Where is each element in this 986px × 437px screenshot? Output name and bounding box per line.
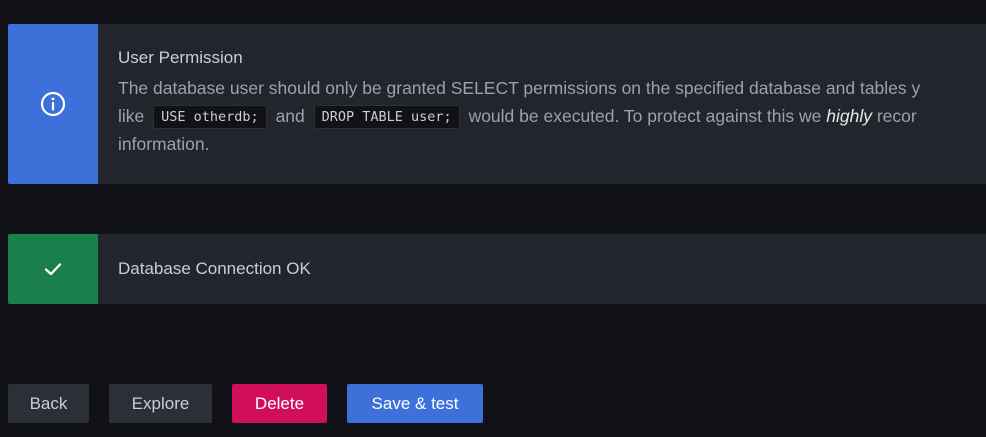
- alert-title: User Permission: [118, 48, 243, 67]
- alert-body: Database Connection OK: [98, 234, 986, 304]
- alert-body: User Permission The database user should…: [98, 24, 986, 184]
- delete-button[interactable]: Delete: [232, 384, 327, 423]
- alert-text-line-3: information.: [118, 134, 210, 154]
- connection-ok-alert: Database Connection OK: [8, 234, 986, 304]
- datasource-settings-footer: User Permission The database user should…: [0, 0, 986, 437]
- save-test-button[interactable]: Save & test: [347, 384, 483, 423]
- check-icon: [44, 263, 62, 276]
- code-use-otherdb: USE otherdb;: [153, 104, 267, 129]
- text-would-be-executed: would be executed. To protect against th…: [468, 105, 822, 126]
- explore-button[interactable]: Explore: [109, 384, 212, 423]
- text-recommend-truncated: recor: [876, 105, 917, 126]
- alert-description: The database user should only be granted…: [118, 75, 986, 159]
- back-button[interactable]: Back: [8, 384, 89, 423]
- text-and: and: [275, 105, 305, 126]
- text-like: like: [118, 105, 145, 126]
- info-circle-icon: [40, 91, 66, 117]
- user-permission-alert: User Permission The database user should…: [8, 24, 986, 184]
- alert-text-line-1: The database user should only be granted…: [118, 78, 921, 98]
- alert-text-line-2: like USE otherdb; and DROP TABLE user; w…: [118, 103, 986, 132]
- alert-icon-box: [8, 24, 98, 184]
- code-drop-table: DROP TABLE user;: [313, 104, 460, 129]
- text-emphasis-highly: highly: [826, 105, 872, 126]
- alert-title: Database Connection OK: [118, 259, 311, 278]
- alert-icon-box: [8, 234, 98, 304]
